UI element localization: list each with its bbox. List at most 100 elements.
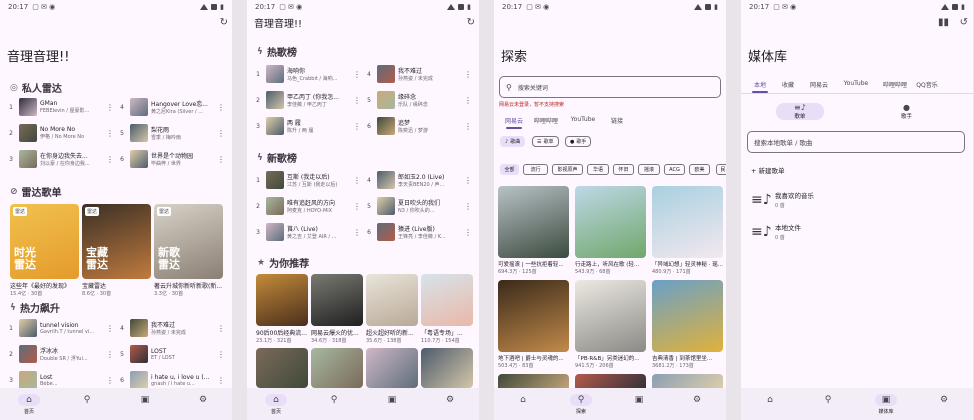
refresh-icon[interactable]: ↻ — [467, 17, 475, 28]
song-row[interactable]: 5 缘碎念 乐队 / 缘碎念 ⋮ — [364, 89, 472, 111]
song-row[interactable]: 5 梨花雨 雪季 / 梅吟雨 ⋮ — [117, 122, 225, 144]
more-icon[interactable]: ⋮ — [353, 176, 361, 185]
nav-home[interactable]: ⌂ 首页 — [256, 394, 296, 415]
search-type-chip[interactable]: ● 歌手 — [565, 136, 592, 147]
genre-chip[interactable]: 华语 — [587, 164, 609, 175]
more-icon[interactable]: ⋮ — [217, 324, 225, 333]
genre-chip[interactable]: 流行 — [523, 164, 548, 175]
song-row[interactable]: 1 tunnel vision Gavrilh.T / tunnel vi...… — [6, 317, 114, 339]
more-icon[interactable]: ⋮ — [353, 70, 361, 79]
more-icon[interactable]: ⋮ — [106, 376, 114, 385]
playlist-card[interactable]: 「PB·R&B」另类迷幻的... 941.5万 · 206首 — [575, 280, 646, 369]
playlist-card[interactable]: 行走路上，听风在歌 (轻... 543.9万 · 68首 — [575, 186, 646, 275]
tab-0[interactable]: 网易云 — [500, 116, 528, 129]
library-mode-button[interactable]: ≡♪ 歌单 — [776, 103, 824, 120]
song-row[interactable]: 5 LOST ET / LOST ⋮ — [117, 343, 225, 365]
more-icon[interactable]: ⋮ — [106, 103, 114, 112]
more-icon[interactable]: ⋮ — [353, 122, 361, 131]
song-row[interactable]: 1 海响你 马色_Crabbit / 海响... ⋮ — [253, 63, 361, 85]
song-row[interactable]: 4 我不难过 孙燕姿 / 未完成 ⋮ — [117, 317, 225, 339]
song-row[interactable]: 4 Hangover Love恋... 黄之尼Kira (Silver / ..… — [117, 96, 225, 118]
more-icon[interactable]: ⋮ — [353, 202, 361, 211]
nav-home[interactable]: ⌂ — [750, 394, 790, 406]
song-row[interactable]: 6 猿进 (Live版) 王锋亮 / 李佳薇 / K... ⋮ — [364, 221, 472, 243]
more-icon[interactable]: ⋮ — [106, 350, 114, 359]
more-icon[interactable]: ⋮ — [353, 228, 361, 237]
nav-explore[interactable]: ⚲ 探索 — [561, 394, 601, 415]
genre-chip[interactable]: 摇滚 — [638, 164, 660, 175]
nav-home[interactable]: ⌂ 首页 — [9, 394, 49, 415]
library-tab-3[interactable]: YouTube — [835, 80, 877, 89]
search-type-chip[interactable]: ☰ 歌单 — [532, 136, 559, 147]
library-tab-5[interactable]: QQ音乐 — [913, 80, 941, 89]
recommend-card[interactable]: 90后00后经典流... 23.1万 · 321首 — [256, 274, 308, 344]
playlist-cover[interactable] — [366, 348, 418, 388]
playlist-cover[interactable] — [311, 348, 363, 388]
more-icon[interactable]: ⋮ — [106, 155, 114, 164]
tab-3[interactable]: 链接 — [602, 116, 632, 125]
nav-home[interactable]: ⌂ — [503, 394, 543, 406]
more-icon[interactable]: ⋮ — [464, 228, 472, 237]
song-row[interactable]: 3 莨八 (Live) 黄之吉 / 艾登 AIR / ... ⋮ — [253, 221, 361, 243]
radar-playlist-card[interactable]: 雷达 宝藏 雷达 宝藏雷达 8.6亿 · 30首 — [82, 204, 151, 297]
song-row[interactable]: 5 夏日吹头的我们 N3 / 你吹头的... ⋮ — [364, 195, 472, 217]
more-icon[interactable]: ⋮ — [464, 122, 472, 131]
nav-explore[interactable]: ⚲ — [67, 394, 107, 406]
search-type-chip[interactable]: ♪ 歌曲 — [500, 136, 526, 147]
more-icon[interactable]: ⋮ — [217, 350, 225, 359]
library-tab-0[interactable]: 本地 — [747, 80, 773, 93]
genre-chip[interactable]: 民 — [716, 164, 726, 175]
library-tab-1[interactable]: 收藏 — [773, 80, 803, 89]
genre-chip[interactable]: 全部 — [500, 164, 519, 175]
playlist-card[interactable]: 地下酒吧 | 爵士与灵魂的... 503.4万 · 83首 — [498, 280, 569, 369]
more-icon[interactable]: ⋮ — [464, 202, 472, 211]
song-row[interactable]: 2 No More No 伊格 / No More No ⋮ — [6, 122, 114, 144]
more-icon[interactable]: ⋮ — [353, 96, 361, 105]
song-row[interactable]: 4 我不难过 孙燕姿 / 未完成 ⋮ — [364, 63, 472, 85]
nav-library[interactable]: ▣ — [372, 394, 412, 406]
nav-library[interactable]: ▣ 媒体库 — [866, 394, 906, 415]
song-row[interactable]: 6 追梦 陈奕迅 / 梦游 ⋮ — [364, 115, 472, 137]
song-row[interactable]: 2 甲乙丙丁 (你我怎... 李佳薇 / 甲乙丙丁 ⋮ — [253, 89, 361, 111]
song-row[interactable]: 6 世界是个动物园 毕曲梓 / 世界 ⋮ — [117, 148, 225, 170]
playlist-card[interactable]: 吉典清香 | 到茶馆里坐... 3681.2万 · 173首 — [652, 280, 723, 369]
radar-playlist-card[interactable]: 雷达 新歌 雷达 著云升城你新听新歌(新... 3.3亿 · 30首 — [154, 204, 223, 297]
song-row[interactable]: 3 两 履 陈升 / 两 履 ⋮ — [253, 115, 361, 137]
playlist-cover[interactable] — [421, 348, 473, 388]
song-row[interactable]: 4 郎如玉2.0 (Live) 李天责BEN20 / 声... ⋮ — [364, 169, 472, 191]
song-row[interactable]: 3 在你身边我失去... 刘以豪 / 在你身边我... ⋮ — [6, 148, 114, 170]
recommend-card[interactable]: 「粤语专场」... 110.7万 · 154首 — [421, 274, 473, 344]
genre-chip[interactable]: 怀旧 — [613, 164, 634, 175]
song-row[interactable]: 2 浮冰冰 Double SR / 浮Yul... ⋮ — [6, 343, 114, 365]
more-icon[interactable]: ⋮ — [106, 129, 114, 138]
library-tab-4[interactable]: 哔哩哔哩 — [877, 80, 913, 89]
nav-explore[interactable]: ⚲ — [808, 394, 848, 406]
playlist-card[interactable]: 「异域幻想」轻灵神秘 · 瑶... 480.9万 · 171首 — [652, 186, 723, 275]
more-icon[interactable]: ⋮ — [464, 176, 472, 185]
more-icon[interactable]: ⋮ — [217, 103, 225, 112]
more-icon[interactable]: ⋮ — [464, 96, 472, 105]
tab-1[interactable]: 哔哩哔哩 — [528, 116, 564, 125]
refresh-icon[interactable]: ↻ — [220, 17, 228, 28]
more-icon[interactable]: ⋮ — [106, 324, 114, 333]
library-mode-button[interactable]: ● 歌手 — [901, 103, 912, 120]
genre-chip[interactable]: 影视原声 — [552, 164, 583, 175]
nav-settings[interactable]: ⚙ — [677, 394, 717, 406]
chart-icon[interactable]: ▮▮ — [938, 17, 949, 28]
song-row[interactable]: 1 互斯 (我走以后) 江苏 / 互斯 (我走以后) ⋮ — [253, 169, 361, 191]
history-icon[interactable]: ↺ — [960, 17, 968, 28]
tab-2[interactable]: YouTube — [564, 116, 602, 125]
recommend-card[interactable]: 超火超好听的新... 35.6万 · 138首 — [366, 274, 418, 344]
more-icon[interactable]: ⋮ — [217, 155, 225, 164]
song-row[interactable]: 2 唯有追赶风的方向 阿麦克 / HOYO-MiX ⋮ — [253, 195, 361, 217]
more-icon[interactable]: ⋮ — [464, 70, 472, 79]
genre-chip[interactable]: 欧美 — [689, 164, 710, 175]
more-icon[interactable]: ⋮ — [217, 129, 225, 138]
song-row[interactable]: 1 GMan FEBEIevin / 屋豪影... ⋮ — [6, 96, 114, 118]
radar-playlist-card[interactable]: 雷达 时光 雷达 这些年《最好的发现》 15.4亿 · 30首 — [10, 204, 79, 297]
playlist-item[interactable]: ≡♪ 我喜欢的音乐 0 首 — [751, 190, 814, 210]
add-playlist-button[interactable]: + 新建歌单 — [751, 165, 785, 175]
more-icon[interactable]: ⋮ — [217, 376, 225, 385]
playlist-cover[interactable] — [256, 348, 308, 388]
search-input[interactable]: ⚲ 搜索关键词 — [499, 76, 721, 98]
